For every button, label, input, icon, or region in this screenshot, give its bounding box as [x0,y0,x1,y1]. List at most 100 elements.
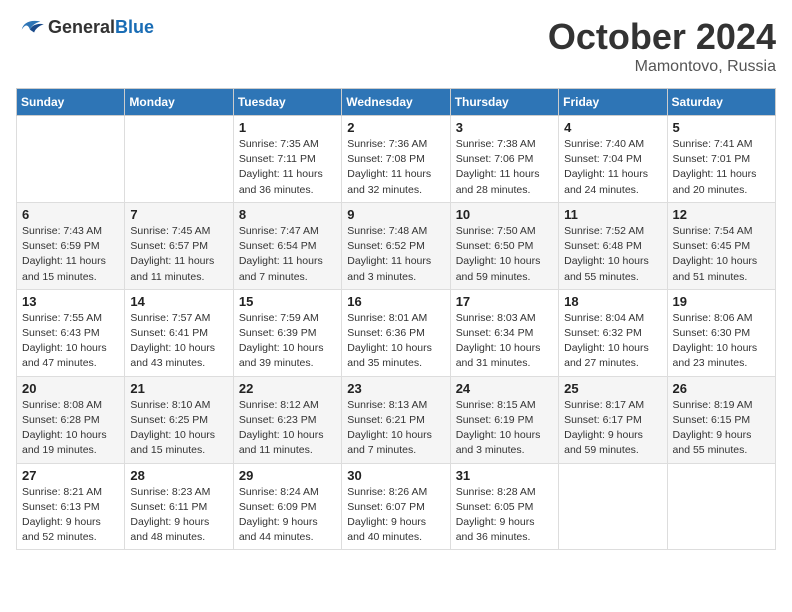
day-number: 27 [22,468,119,483]
calendar-cell: 20Sunrise: 8:08 AMSunset: 6:28 PMDayligh… [17,376,125,463]
day-number: 4 [564,120,661,135]
day-info: Sunrise: 7:55 AMSunset: 6:43 PMDaylight:… [22,311,119,372]
calendar-cell: 10 Sunrise: 7:50 AMSunset: 6:50 PMDayligh… [450,202,558,289]
day-info: Sunrise: 8:03 AMSunset: 6:34 PMDaylight:… [456,311,553,372]
day-number: 16 [347,294,444,309]
day-number: 17 [456,294,553,309]
page-header: GeneralBlue October 2024 Mamontovo, Russ… [16,16,776,76]
day-info: Sunrise: 7:52 AMSunset: 6:48 PMDaylight:… [564,224,661,285]
calendar-header-sunday: Sunday [17,89,125,116]
calendar-cell: 8 Sunrise: 7:47 AMSunset: 6:54 PMDaylight… [233,202,341,289]
day-number: 24 [456,381,553,396]
day-number: 21 [130,381,227,396]
day-number: 3 [456,120,553,135]
logo-blue: Blue [115,17,154,37]
day-number: 25 [564,381,661,396]
logo-text: GeneralBlue [48,17,154,38]
calendar-cell: 16 Sunrise: 8:01 AMSunset: 6:36 PMDayligh… [342,289,450,376]
calendar-cell: 30Sunrise: 8:26 AMSunset: 6:07 PMDayligh… [342,463,450,550]
calendar-header-tuesday: Tuesday [233,89,341,116]
day-number: 15 [239,294,336,309]
calendar-cell [667,463,775,550]
calendar-cell: 18 Sunrise: 8:04 AMSunset: 6:32 PMDayligh… [559,289,667,376]
day-info: Sunrise: 8:12 AMSunset: 6:23 PMDaylight:… [239,398,336,459]
day-number: 19 [673,294,770,309]
day-number: 18 [564,294,661,309]
day-info: Sunrise: 8:21 AMSunset: 6:13 PMDaylight:… [22,485,119,546]
day-info: Sunrise: 8:17 AMSunset: 6:17 PMDaylight:… [564,398,661,459]
calendar-cell: 6 Sunrise: 7:43 AMSunset: 6:59 PMDaylight… [17,202,125,289]
day-info: Sunrise: 7:36 AMSunset: 7:08 PMDaylight:… [347,137,444,198]
calendar-header-friday: Friday [559,89,667,116]
calendar-cell: 21Sunrise: 8:10 AMSunset: 6:25 PMDayligh… [125,376,233,463]
day-info: Sunrise: 7:45 AMSunset: 6:57 PMDaylight:… [130,224,227,285]
logo-bird-icon [16,16,44,38]
calendar-table: SundayMondayTuesdayWednesdayThursdayFrid… [16,88,776,550]
calendar-cell: 1Sunrise: 7:35 AMSunset: 7:11 PMDaylight… [233,116,341,203]
day-number: 10 [456,207,553,222]
calendar-cell: 3Sunrise: 7:38 AMSunset: 7:06 PMDaylight… [450,116,558,203]
location: Mamontovo, Russia [548,58,776,76]
day-info: Sunrise: 7:59 AMSunset: 6:39 PMDaylight:… [239,311,336,372]
calendar-cell: 5 Sunrise: 7:41 AMSunset: 7:01 PMDaylight… [667,116,775,203]
day-info: Sunrise: 8:26 AMSunset: 6:07 PMDaylight:… [347,485,444,546]
calendar-header-saturday: Saturday [667,89,775,116]
day-number: 31 [456,468,553,483]
calendar-cell: 13Sunrise: 7:55 AMSunset: 6:43 PMDayligh… [17,289,125,376]
calendar-cell: 27 Sunrise: 8:21 AMSunset: 6:13 PMDayligh… [17,463,125,550]
day-info: Sunrise: 7:54 AMSunset: 6:45 PMDaylight:… [673,224,770,285]
calendar-week-2: 6 Sunrise: 7:43 AMSunset: 6:59 PMDaylight… [17,202,776,289]
day-info: Sunrise: 7:47 AMSunset: 6:54 PMDaylight:… [239,224,336,285]
day-info: Sunrise: 7:41 AMSunset: 7:01 PMDaylight:… [673,137,770,198]
day-info: Sunrise: 8:01 AMSunset: 6:36 PMDaylight:… [347,311,444,372]
calendar-header-wednesday: Wednesday [342,89,450,116]
calendar-cell: 11 Sunrise: 7:52 AMSunset: 6:48 PMDayligh… [559,202,667,289]
calendar-cell [17,116,125,203]
calendar-cell: 31 Sunrise: 8:28 AMSunset: 6:05 PMDayligh… [450,463,558,550]
calendar-week-5: 27 Sunrise: 8:21 AMSunset: 6:13 PMDayligh… [17,463,776,550]
day-number: 6 [22,207,119,222]
calendar-cell: 7 Sunrise: 7:45 AMSunset: 6:57 PMDaylight… [125,202,233,289]
calendar-cell: 22 Sunrise: 8:12 AMSunset: 6:23 PMDayligh… [233,376,341,463]
day-number: 8 [239,207,336,222]
day-info: Sunrise: 7:50 AMSunset: 6:50 PMDaylight:… [456,224,553,285]
day-number: 23 [347,381,444,396]
calendar-cell: 28 Sunrise: 8:23 AMSunset: 6:11 PMDayligh… [125,463,233,550]
calendar-cell: 12 Sunrise: 7:54 AMSunset: 6:45 PMDayligh… [667,202,775,289]
day-number: 26 [673,381,770,396]
day-number: 22 [239,381,336,396]
day-info: Sunrise: 8:28 AMSunset: 6:05 PMDaylight:… [456,485,553,546]
day-number: 5 [673,120,770,135]
calendar-cell [559,463,667,550]
calendar-cell: 4 Sunrise: 7:40 AMSunset: 7:04 PMDaylight… [559,116,667,203]
month-title: October 2024 [548,16,776,58]
day-number: 11 [564,207,661,222]
day-info: Sunrise: 7:57 AMSunset: 6:41 PMDaylight:… [130,311,227,372]
calendar-cell: 24 Sunrise: 8:15 AMSunset: 6:19 PMDayligh… [450,376,558,463]
calendar-cell: 23Sunrise: 8:13 AMSunset: 6:21 PMDayligh… [342,376,450,463]
logo-general: General [48,17,115,37]
logo: GeneralBlue [16,16,154,38]
day-info: Sunrise: 7:43 AMSunset: 6:59 PMDaylight:… [22,224,119,285]
day-info: Sunrise: 8:04 AMSunset: 6:32 PMDaylight:… [564,311,661,372]
calendar-header-row: SundayMondayTuesdayWednesdayThursdayFrid… [17,89,776,116]
day-info: Sunrise: 8:23 AMSunset: 6:11 PMDaylight:… [130,485,227,546]
calendar-cell: 26Sunrise: 8:19 AMSunset: 6:15 PMDayligh… [667,376,775,463]
day-number: 7 [130,207,227,222]
calendar-cell: 9Sunrise: 7:48 AMSunset: 6:52 PMDaylight… [342,202,450,289]
day-info: Sunrise: 7:40 AMSunset: 7:04 PMDaylight:… [564,137,661,198]
day-info: Sunrise: 8:24 AMSunset: 6:09 PMDaylight:… [239,485,336,546]
calendar-cell: 29Sunrise: 8:24 AMSunset: 6:09 PMDayligh… [233,463,341,550]
day-number: 2 [347,120,444,135]
day-number: 12 [673,207,770,222]
calendar-cell: 14 Sunrise: 7:57 AMSunset: 6:41 PMDayligh… [125,289,233,376]
calendar-cell: 15 Sunrise: 7:59 AMSunset: 6:39 PMDayligh… [233,289,341,376]
calendar-week-1: 1Sunrise: 7:35 AMSunset: 7:11 PMDaylight… [17,116,776,203]
day-number: 9 [347,207,444,222]
day-number: 14 [130,294,227,309]
day-info: Sunrise: 8:06 AMSunset: 6:30 PMDaylight:… [673,311,770,372]
day-info: Sunrise: 7:35 AMSunset: 7:11 PMDaylight:… [239,137,336,198]
day-number: 28 [130,468,227,483]
day-info: Sunrise: 8:15 AMSunset: 6:19 PMDaylight:… [456,398,553,459]
calendar-cell: 19 Sunrise: 8:06 AMSunset: 6:30 PMDayligh… [667,289,775,376]
